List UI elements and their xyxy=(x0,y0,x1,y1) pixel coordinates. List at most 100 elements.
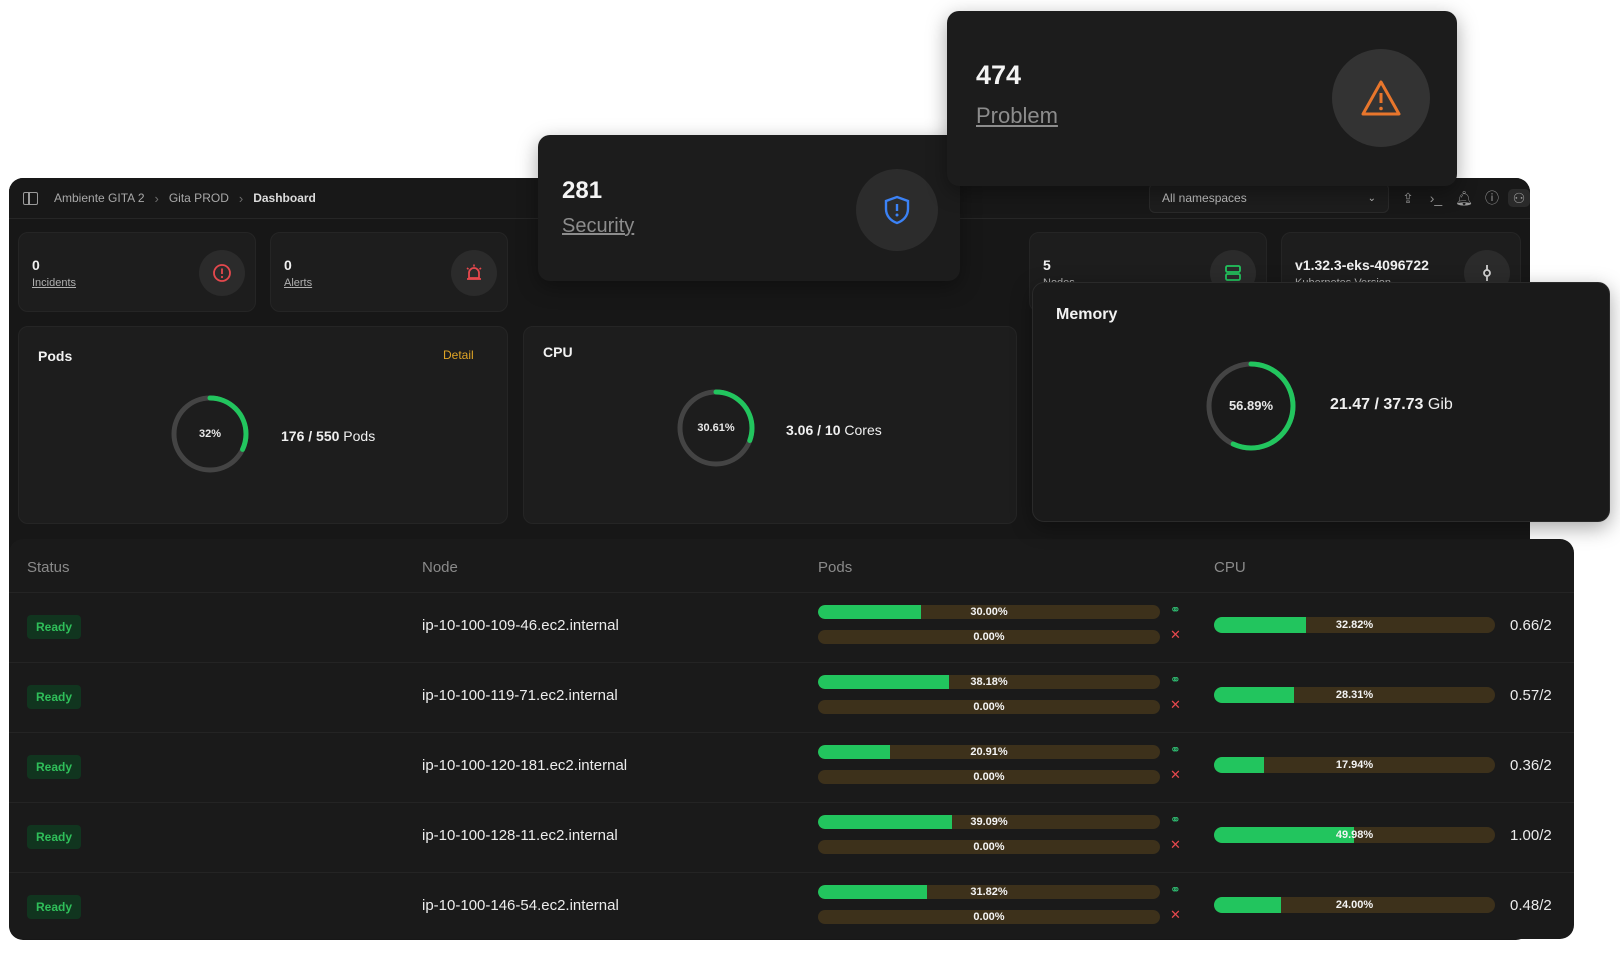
chevron-right-icon: › xyxy=(238,190,244,206)
pods-usage-bar: 31.82% xyxy=(818,885,1160,899)
help-icon[interactable]: ⓘ xyxy=(1483,189,1501,207)
pods-running-icon: ⚭ xyxy=(1170,882,1181,897)
pods-usage-label: 38.18% xyxy=(970,676,1008,688)
nodes-count: 5 xyxy=(1043,257,1051,273)
terminal-icon[interactable]: ›_ xyxy=(1427,189,1445,207)
memory-used: 21.47 xyxy=(1330,396,1371,413)
pods-usage-bar: 39.09% xyxy=(818,815,1160,829)
cpu-panel-title: CPU xyxy=(543,344,573,360)
status-badge: Ready xyxy=(27,895,82,919)
alert-circle-icon xyxy=(199,250,245,296)
shield-icon xyxy=(856,169,938,251)
cpu-unit: Cores xyxy=(844,422,882,438)
cpu-usage-bar: 17.94% xyxy=(1214,757,1495,773)
pods-failed-icon: ✕ xyxy=(1170,767,1181,782)
security-link[interactable]: Security xyxy=(562,215,634,238)
cpu-usage-label: 28.31% xyxy=(1335,689,1374,701)
cpu-panel: CPU 30.61% 3.06 / 10 Cores xyxy=(523,326,1017,524)
pods-error-bar: 0.00% xyxy=(818,770,1160,784)
alerts-link[interactable]: Alerts xyxy=(284,277,312,289)
cpu-value: 0.57/2 xyxy=(1510,687,1552,704)
status-badge: Ready xyxy=(27,685,82,709)
pods-panel-title: Pods xyxy=(38,348,73,364)
problem-card[interactable]: 474 Problem xyxy=(947,11,1457,186)
incidents-card[interactable]: 0 Incidents xyxy=(18,232,256,312)
node-name[interactable]: ip-10-100-128-11.ec2.internal xyxy=(422,827,618,844)
status-badge: Ready xyxy=(27,755,82,779)
status-badge: Ready xyxy=(27,825,82,849)
security-count: 281 xyxy=(562,177,603,204)
column-header-pods[interactable]: Pods xyxy=(818,559,852,576)
pods-usage-label: 39.09% xyxy=(970,816,1008,828)
cpu-usage-label: 24.00% xyxy=(1335,899,1374,911)
cpu-value: 0.48/2 xyxy=(1510,897,1552,914)
cpu-total: 10 xyxy=(824,422,841,438)
pods-usage-label: 30.00% xyxy=(970,606,1008,618)
cpu-used: 3.06 xyxy=(786,422,814,438)
chevron-down-icon: ⌄ xyxy=(1367,192,1376,204)
breadcrumb-item-current: Dashboard xyxy=(253,191,316,205)
namespace-select-value: All namespaces xyxy=(1162,191,1247,205)
cpu-value: 1.00/2 xyxy=(1510,827,1552,844)
status-badge: Ready xyxy=(27,615,82,639)
pods-error-bar: 0.00% xyxy=(818,840,1160,854)
pods-usage-text: 176 / 550 Pods xyxy=(281,428,376,444)
pods-panel: Pods Detail 32% 176 / 550 Pods xyxy=(18,326,508,524)
pods-error-label: 0.00% xyxy=(973,701,1005,713)
pods-error-bar: 0.00% xyxy=(818,910,1160,924)
node-name[interactable]: ip-10-100-119-71.ec2.internal xyxy=(422,687,618,704)
pods-running-icon: ⚭ xyxy=(1170,672,1181,687)
memory-usage-text: 21.47 / 37.73 Gib xyxy=(1330,396,1453,413)
table-row[interactable]: Ready ip-10-100-146-54.ec2.internal 31.8… xyxy=(9,872,1574,939)
incidents-count: 0 xyxy=(32,257,40,273)
nodes-table: Status Node Pods CPU Ready ip-10-100-109… xyxy=(9,539,1574,939)
node-name[interactable]: ip-10-100-120-181.ec2.internal xyxy=(422,757,627,774)
table-row[interactable]: Ready ip-10-100-120-181.ec2.internal 20.… xyxy=(9,732,1574,803)
chevron-right-icon: › xyxy=(154,190,159,206)
problem-link[interactable]: Problem xyxy=(976,103,1058,129)
node-name[interactable]: ip-10-100-146-54.ec2.internal xyxy=(422,897,619,914)
warning-icon xyxy=(1332,49,1430,147)
namespace-select[interactable]: All namespaces ⌄ xyxy=(1149,183,1389,213)
cpu-usage-text: 3.06 / 10 Cores xyxy=(786,422,882,438)
memory-panel: Memory 56.89% 21.47 / 37.73 Gib xyxy=(1032,282,1610,522)
pods-running-icon: ⚭ xyxy=(1170,742,1181,757)
bell-icon[interactable]: 🔔︎ xyxy=(1455,189,1473,207)
siren-icon xyxy=(451,250,497,296)
cpu-usage-label: 49.98% xyxy=(1335,829,1374,841)
pods-gauge-label: 32% xyxy=(198,428,222,440)
breadcrumb-item-2[interactable]: Gita PROD xyxy=(169,191,229,205)
node-name[interactable]: ip-10-100-109-46.ec2.internal xyxy=(422,617,619,634)
cpu-usage-bar: 32.82% xyxy=(1214,617,1495,633)
table-row[interactable]: Ready ip-10-100-109-46.ec2.internal 30.0… xyxy=(9,592,1574,663)
k8s-version-value: v1.32.3-eks-4096722 xyxy=(1295,257,1429,273)
column-header-status[interactable]: Status xyxy=(27,559,70,576)
pods-failed-icon: ✕ xyxy=(1170,837,1181,852)
pods-detail-link[interactable]: Detail xyxy=(443,348,474,362)
table-row[interactable]: Ready ip-10-100-119-71.ec2.internal 38.1… xyxy=(9,662,1574,733)
pods-error-bar: 0.00% xyxy=(818,630,1160,644)
pods-error-bar: 0.00% xyxy=(818,700,1160,714)
pods-failed-icon: ✕ xyxy=(1170,627,1181,642)
column-header-node[interactable]: Node xyxy=(422,559,458,576)
incidents-link[interactable]: Incidents xyxy=(32,277,76,289)
pods-usage-bar: 30.00% xyxy=(818,605,1160,619)
pods-unit: Pods xyxy=(343,428,376,444)
user-icon[interactable]: ⚇ xyxy=(1508,189,1530,207)
pods-usage-label: 20.91% xyxy=(970,746,1008,758)
memory-panel-title: Memory xyxy=(1056,306,1118,323)
sidebar-toggle-icon[interactable] xyxy=(23,191,38,205)
pods-usage-bar: 38.18% xyxy=(818,675,1160,689)
table-row[interactable]: Ready ip-10-100-128-11.ec2.internal 39.0… xyxy=(9,802,1574,873)
cpu-usage-label: 17.94% xyxy=(1335,759,1374,771)
breadcrumb-item-1[interactable]: Ambiente GITA 2 xyxy=(54,191,145,205)
pods-failed-icon: ✕ xyxy=(1170,907,1181,922)
memory-unit: Gib xyxy=(1427,396,1453,413)
column-header-cpu[interactable]: CPU xyxy=(1214,559,1246,576)
pods-usage-bar: 20.91% xyxy=(818,745,1160,759)
alerts-card[interactable]: 0 Alerts xyxy=(270,232,508,312)
security-card[interactable]: 281 Security xyxy=(538,135,960,281)
cpu-usage-label: 32.82% xyxy=(1335,619,1374,631)
upload-icon[interactable]: ⇪ xyxy=(1399,189,1417,207)
pods-total: 550 xyxy=(316,428,340,444)
